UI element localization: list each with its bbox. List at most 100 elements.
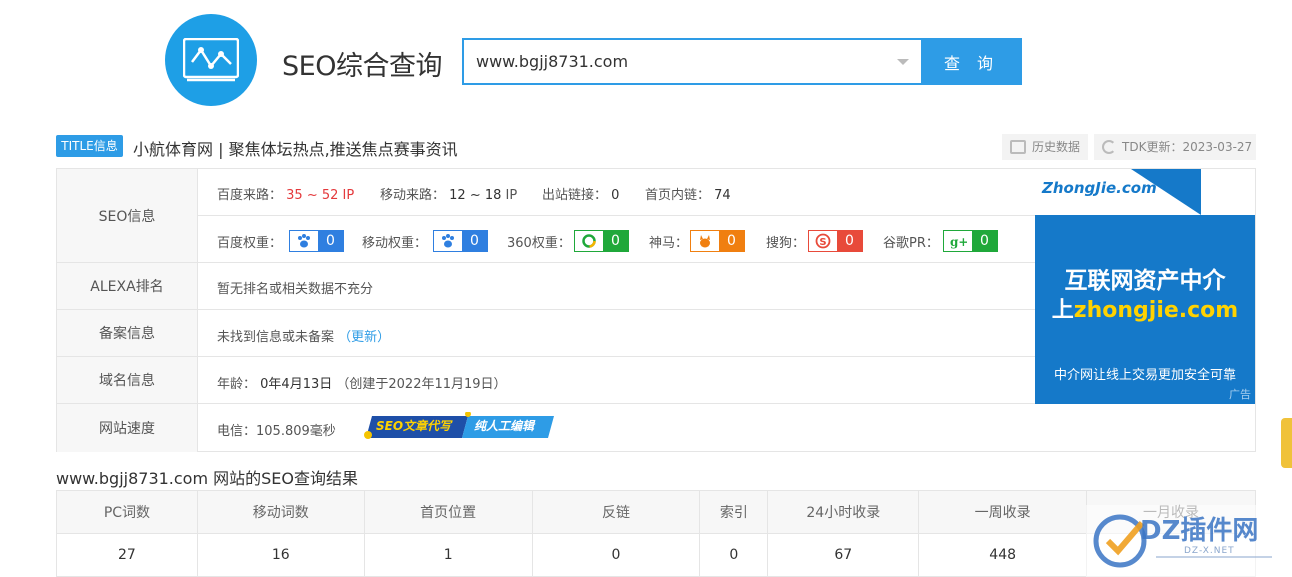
24h-indexed-value[interactable]: 67 bbox=[767, 533, 920, 577]
ad-domain: zhongjie.com bbox=[1073, 298, 1239, 323]
home-internal-links-value[interactable]: 74 bbox=[714, 188, 731, 203]
icp-value: 未找到信息或未备案 bbox=[217, 330, 335, 345]
seo-info-label: SEO信息 bbox=[57, 169, 198, 263]
banner-left-text: SEO文章代写 bbox=[376, 419, 452, 433]
google-pr-badge[interactable]: g+ 0 bbox=[943, 230, 998, 252]
360-weight-label: 360权重： bbox=[507, 236, 571, 251]
icp-label: 备案信息 bbox=[57, 310, 198, 357]
seo-writing-banner[interactable]: SEO文章代写 纯人工编辑 bbox=[364, 412, 554, 440]
baidu-traffic: 百度来路： 35 ~ 52 IP bbox=[217, 184, 354, 203]
baidu-traffic-value: 35 ~ 52 bbox=[286, 188, 339, 203]
col-mobile-words: 移动词数 bbox=[196, 490, 365, 534]
baidu-paw-icon bbox=[290, 231, 318, 251]
page-title: SEO综合查询 bbox=[282, 51, 442, 82]
sogou-icon: S bbox=[809, 231, 837, 251]
mobile-traffic-value: 12 ~ 18 bbox=[449, 188, 502, 203]
domain-age-label: 年龄： bbox=[217, 377, 257, 392]
domain-age-value: 0年4月13日 bbox=[260, 377, 333, 392]
col-home-position: 首页位置 bbox=[363, 490, 533, 534]
speed-value: 电信：105.809毫秒 bbox=[217, 424, 336, 439]
chevron-down-icon[interactable] bbox=[897, 59, 909, 65]
mobile-weight-badge[interactable]: 0 bbox=[433, 230, 488, 252]
360-weight-value: 0 bbox=[603, 231, 628, 251]
google-pr-value: 0 bbox=[972, 231, 997, 251]
results-table: PC词数 移动词数 首页位置 反链 索引 24小时收录 一周收录 一月收录 27… bbox=[56, 490, 1256, 577]
results-header-row: PC词数 移动词数 首页位置 反链 索引 24小时收录 一周收录 一月收录 bbox=[56, 490, 1256, 534]
360-weight-badge[interactable]: 0 bbox=[574, 230, 629, 252]
mobile-weight-label: 移动权重： bbox=[362, 236, 428, 251]
layers-icon bbox=[1010, 140, 1026, 154]
alexa-value: 暂无排名或相关数据不充分 bbox=[217, 282, 374, 297]
col-backlinks: 反链 bbox=[531, 490, 701, 534]
ad-domain-prefix: 上 bbox=[1051, 298, 1074, 323]
sogou-weight-badge[interactable]: S 0 bbox=[808, 230, 863, 252]
domain-created: （创建于2022年11月19日） bbox=[336, 377, 507, 392]
alexa-label: ALEXA排名 bbox=[57, 263, 198, 310]
outbound-links-label: 出站链接： bbox=[542, 188, 608, 203]
svg-text:S: S bbox=[819, 237, 826, 248]
seo-logo-icon bbox=[165, 14, 257, 106]
outbound-links-value[interactable]: 0 bbox=[611, 188, 619, 203]
home-internal-links-label: 首页内链： bbox=[645, 188, 711, 203]
tdk-update-label: TDK更新：2023-03-27 bbox=[1122, 140, 1253, 154]
watermark-sub: DZ-X.NET bbox=[1184, 546, 1235, 556]
domain-age: 年龄： 0年4月13日 （创建于2022年11月19日） bbox=[217, 373, 507, 392]
icp-update-link[interactable]: （更新） bbox=[338, 330, 390, 345]
domain-search-box[interactable] bbox=[462, 38, 921, 85]
shenma-weight-value: 0 bbox=[719, 231, 744, 251]
outbound-links: 出站链接： 0 bbox=[542, 184, 619, 203]
baidu-paw-icon bbox=[434, 231, 462, 251]
zhongjie-ad[interactable]: ZhongJie.com 互联网资产中介 上zhongjie.com 中介网让线… bbox=[1035, 169, 1255, 404]
shenma-weight-label: 神马： bbox=[649, 236, 689, 251]
sogou-weight-label: 搜狗： bbox=[766, 236, 806, 251]
col-pc-words: PC词数 bbox=[56, 490, 198, 534]
week-indexed-value[interactable]: 448 bbox=[918, 533, 1088, 577]
col-week-indexed: 一周收录 bbox=[918, 490, 1088, 534]
pc-words-value[interactable]: 27 bbox=[56, 533, 198, 577]
mobile-traffic: 移动来路： 12 ~ 18 IP bbox=[380, 184, 517, 203]
col-24h-indexed: 24小时收录 bbox=[767, 490, 920, 534]
ad-tagline: 中介网让线上交易更加安全可靠 bbox=[1053, 368, 1236, 383]
title-info-tag: TITLE信息 bbox=[56, 135, 123, 157]
results-title: www.bgjj8731.com 网站的SEO查询结果 bbox=[56, 469, 359, 488]
ad-domain-line: 上zhongjie.com bbox=[1035, 292, 1255, 324]
query-button[interactable]: 查 询 bbox=[921, 38, 1022, 85]
results-value-row: 27 16 1 0 0 67 448 bbox=[56, 533, 1256, 577]
site-title: 小航体育网 | 聚焦体坛热点,推送焦点赛事资讯 bbox=[133, 140, 458, 159]
index-value[interactable]: 0 bbox=[699, 533, 769, 577]
history-data-button[interactable]: 历史数据 bbox=[1002, 134, 1088, 160]
home-internal-links: 首页内链： 74 bbox=[645, 184, 731, 203]
mobile-traffic-label: 移动来路： bbox=[380, 188, 446, 203]
tdk-update-button[interactable]: TDK更新：2023-03-27 bbox=[1094, 134, 1256, 160]
google-pr-label: 谷歌PR： bbox=[883, 236, 939, 251]
home-position-value: 1 bbox=[363, 533, 533, 577]
mobile-words-value[interactable]: 16 bbox=[196, 533, 365, 577]
banner-right-text: 纯人工编辑 bbox=[474, 419, 535, 433]
domain-label: 域名信息 bbox=[57, 357, 198, 404]
shenma-weight-badge[interactable]: 0 bbox=[690, 230, 745, 252]
shenma-icon bbox=[691, 231, 719, 251]
svg-text:g+: g+ bbox=[950, 235, 967, 249]
sogou-weight-value: 0 bbox=[837, 231, 862, 251]
col-index: 索引 bbox=[699, 490, 769, 534]
mobile-weight-value: 0 bbox=[462, 231, 487, 251]
360-icon bbox=[575, 231, 603, 251]
speed-label: 网站速度 bbox=[57, 404, 198, 452]
ad-headline: 互联网资产中介 bbox=[1064, 268, 1226, 294]
watermark-text: DZ插件网 bbox=[1140, 516, 1259, 546]
side-float-widget[interactable] bbox=[1281, 418, 1292, 468]
google-plus-icon: g+ bbox=[944, 231, 972, 251]
baidu-traffic-unit: IP bbox=[342, 188, 355, 203]
mobile-traffic-unit: IP bbox=[505, 188, 518, 203]
domain-search-input[interactable] bbox=[464, 40, 864, 83]
baidu-weight-badge[interactable]: 0 bbox=[289, 230, 344, 252]
icp-value-wrap: 未找到信息或未备案 （更新） bbox=[217, 326, 390, 345]
baidu-weight-value: 0 bbox=[318, 231, 343, 251]
baidu-traffic-label: 百度来路： bbox=[217, 188, 283, 203]
zhongjie-logo: ZhongJie.com bbox=[1042, 179, 1157, 197]
refresh-icon bbox=[1102, 140, 1116, 154]
backlinks-value[interactable]: 0 bbox=[531, 533, 701, 577]
baidu-weight-label: 百度权重： bbox=[217, 236, 283, 251]
ad-label: 广告 bbox=[1229, 388, 1251, 401]
history-data-label: 历史数据 bbox=[1032, 140, 1081, 154]
